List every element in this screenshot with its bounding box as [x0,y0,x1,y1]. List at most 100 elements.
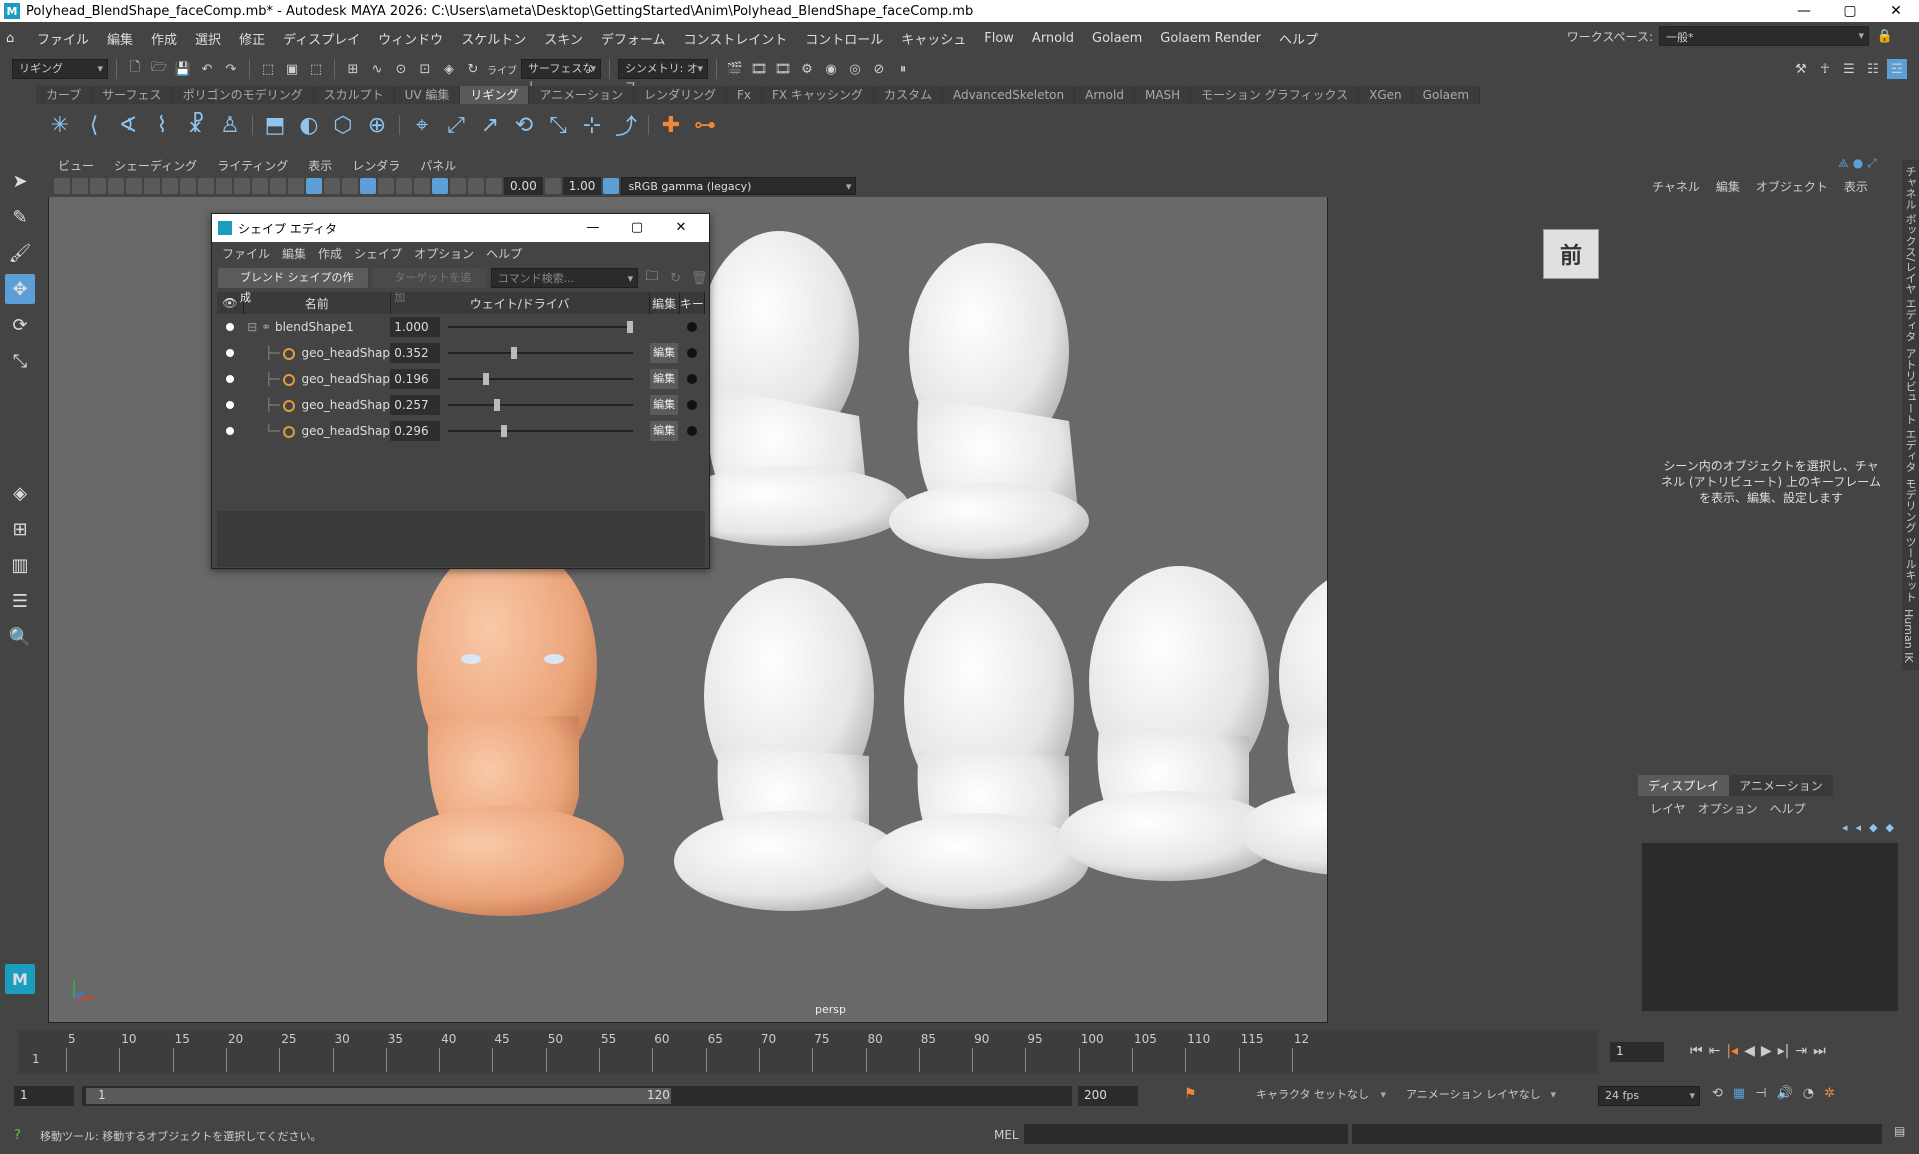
open-scene-icon[interactable]: 🗁 [149,59,169,79]
side-tab-human-ik[interactable]: Human IK [1902,609,1915,663]
shelf-tab-sculpting[interactable]: スカルプト [313,86,395,104]
table-row[interactable]: ├─ geo_headShap 0.352 編集 [217,340,705,366]
visibility-toggle[interactable] [226,349,235,357]
set-key-icon[interactable]: ✚ [655,109,687,141]
menu-constrain[interactable]: コンストレイント [674,29,796,48]
shape-editor-close-button[interactable]: ✕ [659,214,703,242]
isolate-select-icon[interactable] [432,178,448,194]
edit-button[interactable]: 編集 [650,369,679,389]
wireframe-on-shaded-icon[interactable] [342,178,358,194]
anim-prefs-icon[interactable]: ✲ [1824,1086,1835,1101]
bookmark-icon[interactable]: ⊣ [1755,1086,1766,1101]
color-management-icon[interactable] [603,178,620,194]
tool-settings-icon[interactable]: ☷ [1863,59,1883,79]
key-button[interactable] [686,322,697,332]
ipr-render-icon[interactable]: 🎞 [773,59,793,79]
save-scene-icon[interactable]: 💾 [173,59,193,79]
shelf-tab-rendering[interactable]: レンダリング [633,86,727,104]
bind-skin-icon[interactable]: ⬒ [259,109,291,141]
new-scene-icon[interactable]: 🗋 [125,59,145,79]
orient-constraint-icon[interactable]: ⟲ [508,109,540,141]
edit-button[interactable]: 編集 [650,421,679,441]
menu-skeleton[interactable]: スケルトン [452,29,535,48]
search-icon[interactable]: 🔍 [5,622,35,652]
shelf-tab-surfaces[interactable]: サーフェス [92,86,173,104]
snap-surface-icon[interactable]: ◈ [439,59,459,79]
parent-constraint-icon[interactable]: ⊹ [576,109,608,141]
image-plane-icon[interactable] [108,178,124,194]
folder-icon[interactable]: 🗀 [642,268,662,288]
cluster-icon[interactable]: ⊕ [361,109,393,141]
move-layer-down-icon[interactable]: ◂ [1856,821,1862,834]
menu-flow[interactable]: Flow [975,31,1023,46]
table-row[interactable]: ├─ geo_headShap 0.196 編集 [217,366,705,392]
new-layer-icon[interactable]: ◆ [1869,821,1877,834]
minimize-button[interactable]: — [1781,0,1827,22]
vp-menu-shading[interactable]: シェーディング [104,157,207,174]
select-tool-icon[interactable]: ➤ [5,166,35,196]
new-layer-selected-icon[interactable]: ◆ [1886,821,1894,834]
viewcube[interactable]: 前 [1543,229,1599,279]
locator-icon[interactable]: ⌖ [406,109,438,141]
mel-input[interactable] [1024,1124,1348,1144]
menu-skin[interactable]: スキン [535,29,592,48]
exposure-icon[interactable] [486,178,502,194]
cb-menu-edit[interactable]: 編集 [1708,178,1748,195]
shelf-tab-golaem[interactable]: Golaem [1412,86,1481,104]
layer-list[interactable] [1642,843,1898,1011]
point-constraint-icon[interactable]: ⤢ [440,109,472,141]
humanik-icon[interactable]: ♙ [214,109,246,141]
se-menu-options[interactable]: オプション [408,245,480,262]
gamma-icon[interactable] [544,178,561,194]
fps-dropdown[interactable]: 24 fps [1598,1086,1700,1106]
menu-create[interactable]: 作成 [142,29,186,48]
weight-slider-handle[interactable] [494,399,501,411]
single-perspective-icon[interactable]: ◈ [5,478,35,508]
render-settings-icon[interactable]: ⚙ [797,59,817,79]
menu-golaem[interactable]: Golaem [1083,31,1151,46]
maximize-button[interactable]: ▢ [1827,0,1873,22]
edit-button[interactable]: 編集 [650,343,679,363]
render-frame-icon[interactable]: 🎞 [749,59,769,79]
move-layer-up-icon[interactable]: ◂ [1842,821,1848,834]
shadows-icon[interactable] [396,178,412,194]
resolution-gate-icon[interactable] [198,178,214,194]
side-tab-attribute-editor[interactable]: アトリビュート エディタ [1902,348,1918,473]
menu-modify[interactable]: 修正 [230,29,274,48]
menu-help[interactable]: ヘルプ [1270,29,1327,48]
edit-column-header[interactable]: 編集 [649,292,680,314]
step-back-frame-icon[interactable]: |◂ [1726,1043,1738,1059]
field-chart-icon[interactable] [234,178,250,194]
undo-icon[interactable]: ↶ [197,59,217,79]
time-slider[interactable]: 1 5 10 15 20 25 30 35 40 45 50 55 60 65 70 75 80 85 90 95 10… [18,1030,1598,1074]
lattice-icon[interactable]: ⬡ [327,109,359,141]
playback-speed-icon[interactable]: ◔ [1803,1086,1814,1101]
lock-icon[interactable]: 🔒 [1875,26,1895,46]
snap-curve-icon[interactable]: ∿ [367,59,387,79]
se-menu-shapes[interactable]: シェイプ [348,245,408,262]
mel-label[interactable]: MEL [994,1128,1019,1142]
playback-end-field[interactable]: 120 [647,1088,670,1102]
shelf-tab-advancedskeleton[interactable]: AdvancedSkeleton [942,86,1076,104]
weight-field[interactable]: 0.257 [390,395,441,415]
visibility-toggle[interactable] [226,427,235,435]
character-controls-icon[interactable]: ☥ [1815,59,1835,79]
paint-weights-icon[interactable]: ◐ [293,109,325,141]
render-view-icon[interactable]: 🎬 [725,59,745,79]
table-row[interactable]: └─ geo_headShap 0.296 編集 [217,418,705,444]
table-row[interactable]: ├─ geo_headShap 0.257 編集 [217,392,705,418]
auto-key-icon[interactable]: ⚑ [1184,1086,1197,1102]
ik-handle-icon[interactable]: ∢ [112,109,144,141]
loop-icon[interactable]: ⟲ [1712,1086,1723,1101]
bookmark-icon[interactable] [90,178,106,194]
play-backward-icon[interactable]: ◀ [1744,1043,1755,1059]
vp-menu-renderer[interactable]: レンダラ [342,157,410,174]
vp-menu-view[interactable]: ビュー [48,157,104,174]
weight-slider-handle[interactable] [511,347,518,359]
outliner-icon[interactable]: ☰ [5,586,35,616]
menu-windows[interactable]: ウィンドウ [369,29,452,48]
grease-pencil-icon[interactable] [144,178,160,194]
weight-field[interactable]: 0.196 [390,369,441,389]
step-back-key-icon[interactable]: ⇤ [1709,1043,1721,1059]
quick-rig-icon[interactable]: ☧ [180,109,212,141]
